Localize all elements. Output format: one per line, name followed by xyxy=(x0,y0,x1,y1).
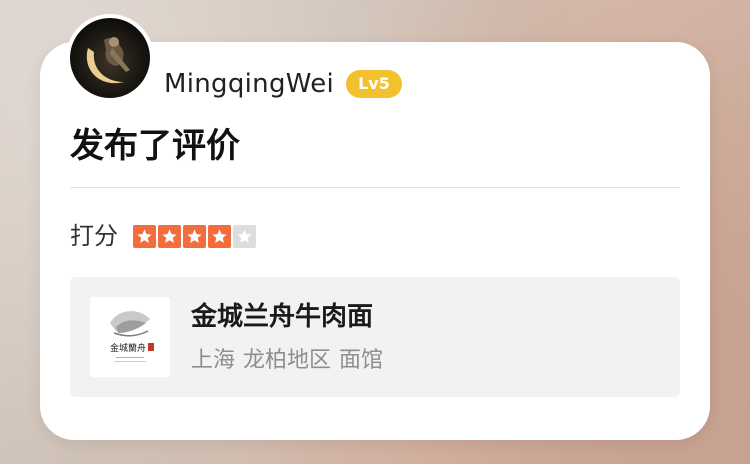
shop-name[interactable]: 金城兰舟牛肉面 xyxy=(191,299,373,335)
shop-city: 上海 xyxy=(191,348,236,373)
star-icon xyxy=(233,225,256,248)
shop-logo-image: 金城蘭舟 xyxy=(90,297,170,377)
star-icon xyxy=(133,225,156,248)
star-icon xyxy=(158,225,181,248)
shop-meta: 上海 龙柏地区 面馆 xyxy=(191,345,383,377)
rating-label: 打分 xyxy=(70,222,118,250)
shop-logo: 金城蘭舟 xyxy=(90,297,170,377)
post-action-title: 发布了评价 xyxy=(70,126,240,166)
shop-category: 面馆 xyxy=(339,348,384,373)
user-avatar[interactable] xyxy=(70,18,150,98)
username[interactable]: MingqingWei xyxy=(164,66,334,102)
divider xyxy=(70,187,680,188)
star-icon xyxy=(208,225,231,248)
avatar-ring xyxy=(66,14,154,102)
star-rating xyxy=(133,225,256,248)
shop-card[interactable]: 金城蘭舟 金城兰舟牛肉面 上海 龙柏地区 面馆 xyxy=(70,277,680,397)
shop-district: 龙柏地区 xyxy=(243,348,332,373)
svg-text:金城蘭舟: 金城蘭舟 xyxy=(110,342,146,354)
star-icon xyxy=(183,225,206,248)
level-badge: Lv5 xyxy=(346,70,402,98)
